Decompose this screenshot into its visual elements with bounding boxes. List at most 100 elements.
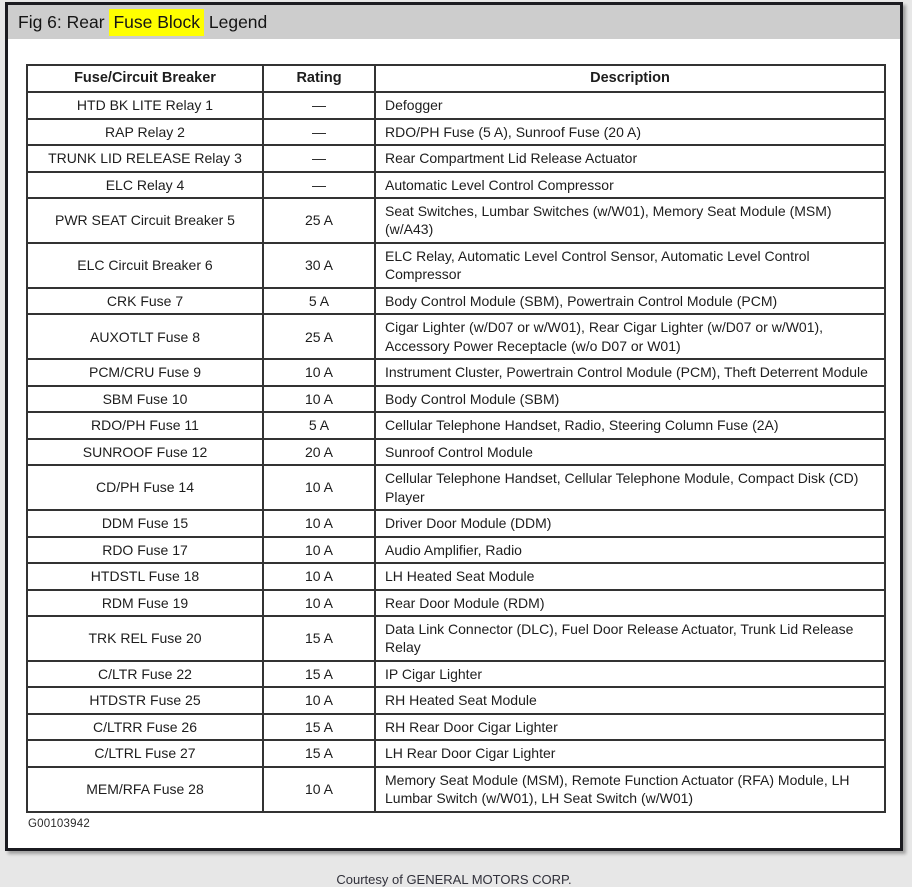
fuse-cell: TRK REL Fuse 20 [26, 614, 264, 662]
fuse-cell: RDM Fuse 19 [26, 588, 264, 617]
courtesy-line: Courtesy of GENERAL MOTORS CORP. [336, 871, 572, 887]
rating-cell: 5 A [262, 411, 376, 440]
description-cell: Body Control Module (SBM) [374, 384, 886, 414]
table-row: CRK Fuse 75 A Body Control Module (SBM), … [26, 286, 886, 316]
rating-cell: 15 A [262, 712, 376, 742]
description-cell: Rear Compartment Lid Release Actuator [374, 144, 886, 173]
rating-cell: 5 A [262, 286, 376, 316]
rating-cell: — [262, 91, 376, 120]
table-row: ELC Circuit Breaker 6 30 A ELC Relay, Auto… [26, 241, 886, 289]
rating-cell: 10 A [262, 358, 376, 387]
fuse-cell: SUNROOF Fuse 12 [26, 437, 264, 467]
column-header-fuse: Fuse/Circuit Breaker [26, 63, 264, 94]
table-row: RDO/PH Fuse 11 5 A Cellular Telephone Hand… [26, 411, 886, 440]
figure-title-suffix: Legend [204, 11, 268, 32]
table-row: HTD BK LITE Relay 1— Defogger [26, 91, 886, 120]
table-header-row: Fuse/Circuit Breaker Rating Description [26, 63, 886, 94]
table-row: TRK REL Fuse 20 15 A Data Link Connector (… [26, 614, 886, 662]
figure-title-highlight: Fuse Block [109, 8, 204, 36]
description-cell: Data Link Connector (DLC), Fuel Door Rel… [374, 614, 886, 662]
document-frame: Fig 6: Rear Fuse Block Legend Fuse/Circu… [5, 2, 903, 887]
description-cell: Rear Door Module (RDM) [374, 588, 886, 617]
rating-cell: — [262, 144, 376, 173]
fuse-cell: MEM/RFA Fuse 28 [26, 765, 264, 813]
description-cell: Cellular Telephone Handset, Radio, Steer… [374, 411, 886, 440]
rating-cell: — [262, 117, 376, 147]
table-row: SBM Fuse 10 10 A Body Control Module (SBM) [26, 384, 886, 414]
fuse-legend-table: Fuse/Circuit Breaker Rating Description … [26, 63, 886, 813]
table-row: PWR SEAT Circuit Breaker 5 25 A Seat Switc… [26, 197, 886, 244]
table-row: MEM/RFA Fuse 28 10 A Memory Seat Module (M… [26, 765, 886, 813]
fuse-cell: C/LTR Fuse 22 [26, 659, 264, 689]
table-row: PCM/CRU Fuse 9 10 A Instrument Cluster, Po… [26, 358, 886, 387]
description-cell: Driver Door Module (DDM) [374, 509, 886, 538]
fuse-cell: RDO/PH Fuse 11 [26, 411, 264, 440]
rating-cell: 25 A [262, 313, 376, 361]
fuse-cell: CRK Fuse 7 [26, 286, 264, 316]
rating-cell: 15 A [262, 659, 376, 689]
rating-cell: 15 A [262, 739, 376, 768]
table-row: DDM Fuse 15 10 A Driver Door Module (DDM) [26, 509, 886, 538]
table-row: RDM Fuse 19 10 A Rear Door Module (RDM) [26, 588, 886, 617]
table-row: AUXOTLT Fuse 8 25 A Cigar Lighter (w/D07 o… [26, 313, 886, 361]
rating-cell: 10 A [262, 562, 376, 591]
fuse-table-body: HTD BK LITE Relay 1— Defogger RAP Relay 2—… [26, 91, 886, 813]
fuse-cell: ELC Circuit Breaker 6 [26, 241, 264, 289]
rating-cell: 10 A [262, 464, 376, 512]
fuse-cell: PWR SEAT Circuit Breaker 5 [26, 197, 264, 244]
rating-cell: — [262, 170, 376, 200]
rating-cell: 10 A [262, 588, 376, 617]
table-row: C/LTR Fuse 22 15 A IP Cigar Lighter [26, 659, 886, 689]
description-cell: Automatic Level Control Compressor [374, 170, 886, 200]
fuse-cell: HTD BK LITE Relay 1 [26, 91, 264, 120]
description-cell: RH Rear Door Cigar Lighter [374, 712, 886, 742]
table-row: ELC Relay 4— Automatic Level Control Comp… [26, 170, 886, 200]
table-row: HTDSTL Fuse 18 10 A LH Heated Seat Module [26, 562, 886, 591]
rating-cell: 20 A [262, 437, 376, 467]
fuse-cell: HTDSTR Fuse 25 [26, 686, 264, 715]
description-cell: Audio Amplifier, Radio [374, 535, 886, 565]
description-cell: Memory Seat Module (MSM), Remote Functio… [374, 765, 886, 813]
rating-cell: 30 A [262, 241, 376, 289]
table-row: RDO Fuse 17 10 A Audio Amplifier, Radio [26, 535, 886, 565]
table-row: C/LTRL Fuse 27 15 A LH Rear Door Cigar Lig… [26, 739, 886, 768]
figure-title-bar: Fig 6: Rear Fuse Block Legend [8, 5, 900, 39]
fuse-cell: RDO Fuse 17 [26, 535, 264, 565]
rating-cell: 10 A [262, 765, 376, 813]
description-cell: RH Heated Seat Module [374, 686, 886, 715]
description-cell: Defogger [374, 91, 886, 120]
column-header-description: Description [374, 63, 886, 94]
description-cell: Seat Switches, Lumbar Switches (w/W01), … [374, 197, 886, 244]
description-cell: Cellular Telephone Handset, Cellular Tel… [374, 464, 886, 512]
table-row: RAP Relay 2— RDO/PH Fuse (5 A), Sunroof F… [26, 117, 886, 147]
fuse-cell: RAP Relay 2 [26, 117, 264, 147]
table-row: TRUNK LID RELEASE Relay 3— Rear Compartme… [26, 144, 886, 173]
column-header-rating: Rating [262, 63, 376, 94]
fuse-cell: ELC Relay 4 [26, 170, 264, 200]
rating-cell: 10 A [262, 384, 376, 414]
description-cell: LH Rear Door Cigar Lighter [374, 739, 886, 768]
fuse-cell: HTDSTL Fuse 18 [26, 562, 264, 591]
rating-cell: 10 A [262, 686, 376, 715]
fuse-cell: C/LTRL Fuse 27 [26, 739, 264, 768]
description-cell: Instrument Cluster, Powertrain Control M… [374, 358, 886, 387]
rating-cell: 10 A [262, 509, 376, 538]
description-cell: Sunroof Control Module [374, 437, 886, 467]
rating-cell: 25 A [262, 197, 376, 244]
description-cell: Body Control Module (SBM), Powertrain Co… [374, 286, 886, 316]
table-row: C/LTRR Fuse 26 15 A RH Rear Door Cigar Lig… [26, 712, 886, 742]
table-row: SUNROOF Fuse 12 20 A Sunroof Control Modul… [26, 437, 886, 467]
fuse-cell: TRUNK LID RELEASE Relay 3 [26, 144, 264, 173]
rating-cell: 10 A [262, 535, 376, 565]
fuse-cell: PCM/CRU Fuse 9 [26, 358, 264, 387]
rating-cell: 15 A [262, 614, 376, 662]
description-cell: RDO/PH Fuse (5 A), Sunroof Fuse (20 A) [374, 117, 886, 147]
table-row: HTDSTR Fuse 25 10 A RH Heated Seat Module [26, 686, 886, 715]
figure-code: G00103942 [28, 817, 90, 830]
description-cell: LH Heated Seat Module [374, 562, 886, 591]
description-cell: ELC Relay, Automatic Level Control Senso… [374, 241, 886, 289]
fuse-cell: AUXOTLT Fuse 8 [26, 313, 264, 361]
document-content: Fuse/Circuit Breaker Rating Description … [8, 39, 900, 830]
description-cell: IP Cigar Lighter [374, 659, 886, 689]
figure-title-prefix: Fig 6: Rear [18, 11, 110, 32]
